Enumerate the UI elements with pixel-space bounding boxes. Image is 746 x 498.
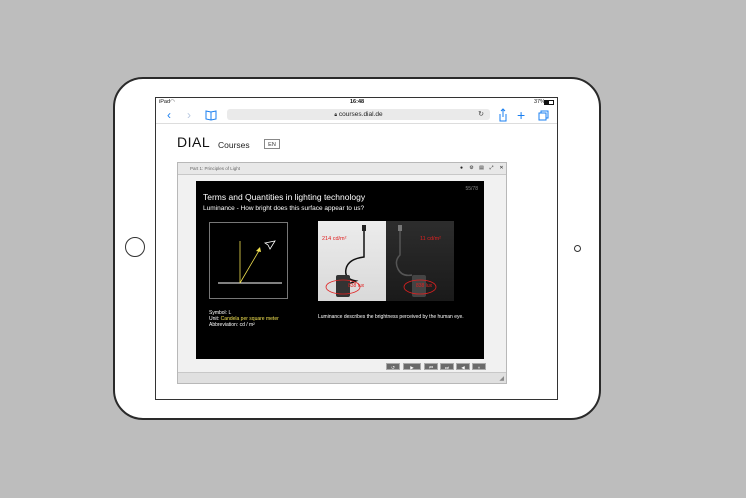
part-label: Part 1: Principles of Light [190,166,241,171]
settings-icon[interactable]: ⚙ [468,165,475,172]
site-logo[interactable]: DIAL [177,134,210,150]
photo-light-surface: 214 cd/m² 838 lux [318,221,386,301]
close-icon[interactable]: ✕ [498,165,505,172]
slide-subtitle: Luminance - How bright does this surface… [203,205,365,212]
share-icon[interactable] [498,107,508,123]
address-bar[interactable]: 🔒︎ courses.dial.de ↻ [227,109,490,120]
luminance-definition: Symbol: L Unit: Candela per square meter… [209,310,279,328]
camera-icon [574,245,581,252]
luminance-description: Luminance describes the brightness perce… [318,314,464,320]
language-button[interactable]: EN [264,139,280,149]
right-lux-reading: 838 lux [416,283,433,289]
replay-icon[interactable]: ↺ [386,363,400,370]
info-icon[interactable]: ● [458,165,465,172]
reload-icon[interactable]: ↻ [478,109,484,120]
luminance-diagram [209,222,288,299]
nav-courses-link[interactable]: Courses [218,140,250,150]
status-bar: iPad ◠ 16:48 37% [156,98,557,107]
status-time: 16:48 [350,99,365,105]
lock-icon: 🔒︎ [334,112,338,118]
new-tab-icon[interactable]: + [517,107,525,123]
player-footer: ◢ [178,372,506,383]
volume-icon[interactable]: ◀ [456,363,470,370]
skip-back-icon[interactable]: ⏮ [424,363,438,370]
url-text: courses.dial.de [338,111,383,118]
photo-dark-surface: 11 cd/m² 838 lux [386,221,454,301]
collapse-icon[interactable]: « [472,363,486,370]
wifi-icon: ◠ [170,99,175,105]
skip-forward-icon[interactable]: ⏭ [440,363,454,370]
player-header: Part 1: Principles of Light ● ⚙ ▤ ⤢ ✕ [178,163,506,175]
battery-icon [544,100,554,105]
play-icon[interactable]: ▶ [403,363,421,370]
slide-title: Terms and Quantities in lighting technol… [203,192,366,202]
abbreviation-text: Abbreviation: cd / m² [209,322,255,328]
left-lux-reading: 838 lux [348,283,365,289]
home-button[interactable] [125,237,145,257]
back-icon[interactable]: ‹ [167,107,171,123]
device-label: iPad [159,99,171,105]
tabs-icon[interactable] [538,107,549,123]
fullscreen-icon[interactable]: ⤢ [488,165,495,172]
screen: iPad ◠ 16:48 37% ‹ › 🔒︎ courses.dial.de … [155,97,558,400]
course-player: Part 1: Principles of Light ● ⚙ ▤ ⤢ ✕ Te… [177,162,507,384]
slide-page-number: 55/78 [465,186,478,192]
resize-handle-icon[interactable]: ◢ [499,375,504,382]
slide: Terms and Quantities in lighting technol… [196,181,486,370]
bookmarks-icon[interactable] [205,107,217,123]
print-icon[interactable]: ▤ [478,165,485,172]
forward-icon[interactable]: › [187,107,191,123]
browser-toolbar: ‹ › 🔒︎ courses.dial.de ↻ + [156,107,557,124]
